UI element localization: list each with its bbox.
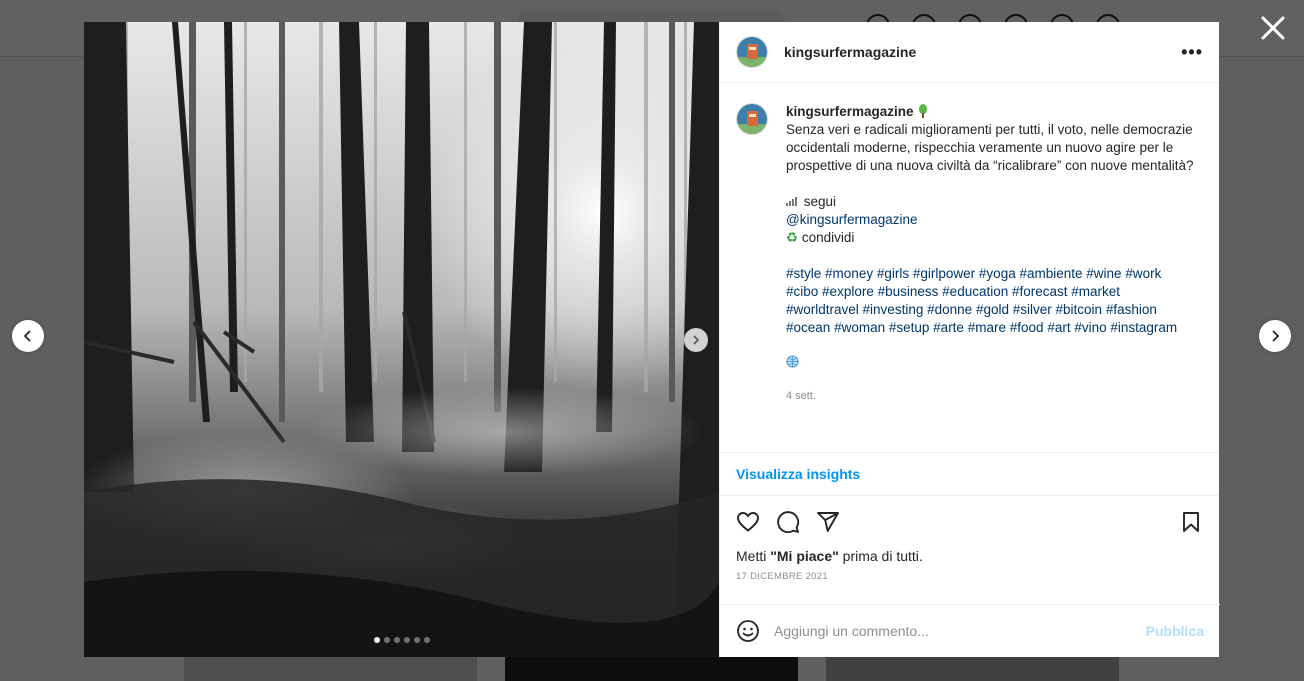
caption-line: Senza veri e radicali miglioramenti per … [786,122,1193,137]
hashtag-link[interactable]: #education [942,284,1008,299]
hashtag-link[interactable]: #cibo [786,284,818,299]
mention-link[interactable]: @kingsurfermagazine [786,212,918,227]
carousel-next-button[interactable] [684,328,708,352]
post-time-ago[interactable]: 4 sett. [786,387,1203,405]
post-header: kingsurfermagazine ••• [720,22,1219,83]
hashtag-link[interactable]: #girls [877,266,909,281]
carousel-dot [424,637,430,643]
hashtag-link[interactable]: #explore [822,284,874,299]
hashtag-link[interactable]: #art [1047,320,1070,335]
chevron-right-icon [1272,330,1280,342]
carousel-dot [404,637,410,643]
hashtag-link[interactable]: #investing [863,302,924,317]
caption-text: kingsurfermagazine Senza veri e radicali… [786,103,1203,452]
hashtag-link[interactable]: #arte [933,320,964,335]
next-post-button[interactable] [1259,320,1291,352]
hashtag-link[interactable]: #money [825,266,873,281]
hashtag-link[interactable]: #bitcoin [1056,302,1103,317]
hashtag-line: #style #money #girls #girlpower #yoga #a… [786,265,1203,283]
hashtag-link[interactable]: #gold [976,302,1009,317]
hashtag-link[interactable]: #wine [1086,266,1121,281]
hashtag-line: #worldtravel #investing #donne #gold #si… [786,301,1203,319]
tree-emoji-icon [918,104,927,118]
bookmark-icon[interactable] [1179,510,1203,534]
hashtag-link[interactable]: #forecast [1012,284,1068,299]
post-media[interactable] [84,22,719,657]
comment-input[interactable] [774,623,1134,639]
insights-row: Visualizza insights [720,452,1219,496]
post-sidebar: kingsurfermagazine ••• kingsurfermagazin… [719,22,1220,657]
chevron-right-icon [693,335,700,345]
caption-section: kingsurfermagazine Senza veri e radicali… [720,83,1219,452]
post-date: 17 DICEMBRE 2021 [736,571,828,582]
hashtag-link[interactable]: #mare [968,320,1006,335]
previous-post-button[interactable] [12,320,44,352]
carousel-dot [414,637,420,643]
hashtag-link[interactable]: #silver [1013,302,1052,317]
hashtag-link[interactable]: #vino [1074,320,1106,335]
avatar[interactable] [736,103,768,135]
hashtag-link[interactable]: #work [1125,266,1161,281]
globe-icon [786,355,1203,373]
signal-bars-icon [786,193,800,206]
hashtag-line: #cibo #explore #business #education #for… [786,283,1203,301]
post-modal: kingsurfermagazine ••• kingsurfermagazin… [84,22,1220,657]
hashtag-link[interactable]: #ocean [786,320,830,335]
follow-label: segui [803,194,837,209]
hashtag-link[interactable]: #donne [927,302,972,317]
hashtag-link[interactable]: #yoga [979,266,1016,281]
carousel-dot [384,637,390,643]
carousel-dot [394,637,400,643]
action-bar [720,496,1219,548]
emoji-icon[interactable] [736,619,760,643]
carousel-dot [374,637,380,643]
share-label: condividi [801,230,855,245]
likes-line: Metti "Mi piace" prima di tutti. [720,548,1219,570]
chevron-left-icon [23,330,31,342]
hashtag-link[interactable]: #worldtravel [786,302,859,317]
carousel-indicator [374,637,430,643]
caption-line: occidentali moderne, rispecchia verament… [786,140,1174,155]
post-username[interactable]: kingsurfermagazine [784,44,916,60]
comment-bar: Pubblica [720,604,1220,657]
hashtag-list: #style #money #girls #girlpower #yoga #a… [786,265,1203,337]
like-action-link[interactable]: "Mi piace" [770,548,839,564]
recycle-icon: ♻ [786,230,799,245]
avatar[interactable] [736,36,768,68]
comment-icon[interactable] [776,510,800,534]
publish-button[interactable]: Pubblica [1146,623,1204,639]
hashtag-link[interactable]: #market [1071,284,1120,299]
hashtag-link[interactable]: #fashion [1106,302,1157,317]
caption-line: prospettive di una nuova civiltà da “ric… [786,158,1194,173]
hashtag-link[interactable]: #woman [834,320,885,335]
hashtag-link[interactable]: #ambiente [1019,266,1082,281]
likes-suffix: prima di tutti. [838,548,923,564]
share-icon[interactable] [816,510,840,534]
hashtag-link[interactable]: #business [878,284,939,299]
forest-photo [84,22,719,657]
more-horizontal-icon[interactable]: ••• [1181,43,1203,61]
likes-prefix: Metti [736,548,771,564]
caption-username[interactable]: kingsurfermagazine [786,104,914,119]
hashtag-line: #ocean #woman #setup #arte #mare #food #… [786,319,1203,337]
hashtag-link[interactable]: #instagram [1110,320,1177,335]
close-icon[interactable] [1259,14,1287,42]
hashtag-link[interactable]: #food [1010,320,1044,335]
hashtag-link[interactable]: #style [786,266,821,281]
heart-icon[interactable] [736,510,760,534]
view-insights-link[interactable]: Visualizza insights [736,466,860,482]
hashtag-link[interactable]: #girlpower [913,266,975,281]
hashtag-link[interactable]: #setup [889,320,930,335]
